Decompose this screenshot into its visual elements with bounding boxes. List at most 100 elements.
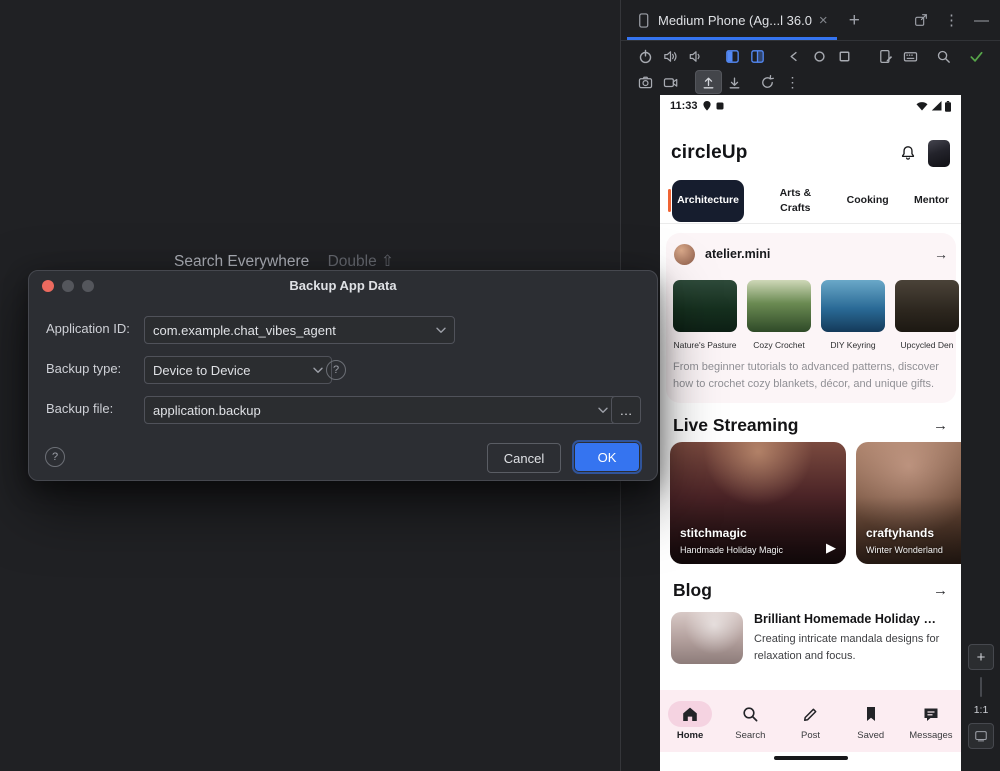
status-app-icon: [716, 102, 724, 110]
search-icon: [740, 704, 760, 724]
edit-device-icon: [877, 48, 894, 65]
running-devices-panel: Medium Phone (Ag...l 36.0 × + ⋮ —: [620, 0, 1000, 771]
reset-button[interactable]: [755, 71, 780, 93]
nav-item-search[interactable]: Search: [720, 701, 780, 741]
blog-excerpt: Creating intricate mandala designs for r…: [754, 631, 954, 664]
search-everywhere-hint[interactable]: Search Everywhere Double ⇧: [174, 252, 394, 271]
power-button[interactable]: [633, 45, 658, 67]
play-icon[interactable]: ▶: [826, 540, 836, 556]
nav-item-saved[interactable]: Saved: [841, 701, 901, 741]
dialog-help-icon[interactable]: ?: [45, 447, 65, 467]
status-pin-icon: [703, 101, 711, 111]
stream-username: stitchmagic: [680, 526, 747, 540]
gallery-item[interactable]: DIY Keyring: [821, 280, 885, 350]
zoom-slider[interactable]: [980, 677, 982, 697]
nav-label: Search: [735, 730, 765, 741]
toolbar-more-button[interactable]: ⋮: [780, 71, 805, 93]
blog-post[interactable]: Brilliant Homemade Holiday … Creating in…: [671, 612, 954, 664]
application-id-value: com.example.chat_vibes_agent: [153, 323, 336, 338]
backup-file-input[interactable]: application.backup: [144, 396, 617, 424]
record-screen-button[interactable]: [658, 71, 683, 93]
nav-label: Messages: [909, 730, 952, 741]
fit-to-window-icon: [974, 729, 988, 743]
magnifier-icon: [935, 48, 952, 65]
backup-app-data-button[interactable]: [695, 70, 722, 94]
category-tabs: Architecture Arts & Crafts Cooking Mento…: [660, 178, 961, 224]
nav-active-pill: [668, 701, 712, 727]
screenshot-button[interactable]: [633, 71, 658, 93]
tab-arts-crafts[interactable]: Arts & Crafts: [769, 186, 821, 214]
posture-half-button[interactable]: [720, 45, 745, 67]
inspect-button[interactable]: [931, 45, 956, 67]
bell-icon[interactable]: [899, 144, 917, 163]
revert-icon: [759, 74, 776, 91]
chat-icon: [921, 704, 941, 724]
gallery-label: Nature's Pasture: [673, 340, 736, 350]
gallery-thumbnail: [673, 280, 737, 332]
application-id-select[interactable]: com.example.chat_vibes_agent: [144, 316, 455, 344]
device-tab[interactable]: Medium Phone (Ag...l 36.0 ×: [627, 0, 837, 40]
close-tab-icon[interactable]: ×: [819, 13, 828, 28]
zoom-in-button[interactable]: +: [968, 644, 994, 670]
browse-file-button[interactable]: …: [611, 396, 641, 424]
volume-up-button[interactable]: [658, 45, 683, 67]
blog-heading: Blog: [673, 580, 712, 601]
nav-item-post[interactable]: Post: [780, 701, 840, 741]
dialog-title: Backup App Data: [29, 278, 657, 293]
open-in-window-icon[interactable]: [913, 12, 929, 28]
backup-type-help-icon[interactable]: ?: [326, 360, 346, 380]
gallery-item[interactable]: Upcycled Den: [895, 280, 959, 350]
hardware-input-button[interactable]: [898, 45, 923, 67]
check-icon: [968, 48, 985, 65]
overview-icon: [836, 48, 853, 65]
live-stream-card[interactable]: stitchmagic Handmade Holiday Magic ▶: [670, 442, 846, 564]
live-stream-list: stitchmagic Handmade Holiday Magic ▶ cra…: [660, 442, 961, 564]
minimize-icon[interactable]: —: [974, 13, 989, 28]
status-left: 11:33: [670, 100, 724, 112]
stream-title: Winter Wonderland: [866, 545, 943, 555]
posture-flat-button[interactable]: [745, 45, 770, 67]
add-device-tab-icon[interactable]: +: [849, 11, 860, 30]
tab-architecture[interactable]: Architecture: [672, 180, 744, 222]
edit-device-button[interactable]: [873, 45, 898, 67]
live-stream-card[interactable]: craftyhands Winter Wonderland: [856, 442, 961, 564]
kebab-menu-icon[interactable]: ⋮: [944, 13, 959, 28]
profile-arrow-icon[interactable]: →: [934, 246, 948, 262]
fit-to-window-button[interactable]: [968, 723, 994, 749]
gallery-item[interactable]: Cozy Crochet: [747, 280, 811, 350]
gallery-item[interactable]: Nature's Pasture: [673, 280, 737, 350]
device-toolbar-row2: ⋮: [621, 70, 1000, 94]
gallery-thumbnail: [821, 280, 885, 332]
home-button[interactable]: [807, 45, 832, 67]
user-avatar[interactable]: [928, 140, 950, 167]
confirm-button[interactable]: [964, 45, 989, 67]
restore-app-data-button[interactable]: [722, 71, 747, 93]
backup-type-value: Device to Device: [153, 363, 251, 378]
ok-button[interactable]: OK: [575, 443, 639, 471]
tab-mentor[interactable]: Mentor: [914, 193, 949, 207]
nav-item-messages[interactable]: Messages: [901, 701, 961, 741]
blog-arrow-icon[interactable]: →: [933, 582, 948, 599]
status-right: [916, 101, 951, 112]
tab-cooking[interactable]: Cooking: [847, 193, 889, 207]
zoom-ratio: 1:1: [974, 704, 989, 716]
volume-down-button[interactable]: [683, 45, 708, 67]
nav-item-home[interactable]: Home: [660, 701, 720, 741]
backup-type-select[interactable]: Device to Device: [144, 356, 332, 384]
back-button[interactable]: [782, 45, 807, 67]
gallery-label: Cozy Crochet: [753, 340, 805, 350]
gesture-bar[interactable]: [774, 756, 848, 760]
cancel-button[interactable]: Cancel: [487, 443, 561, 473]
device-posture-alt-icon: [749, 48, 766, 65]
backup-file-value: application.backup: [153, 403, 261, 418]
application-id-label: Application ID:: [46, 316, 130, 342]
power-icon: [637, 48, 654, 65]
live-streaming-arrow-icon[interactable]: →: [933, 417, 948, 434]
backup-type-label: Backup type:: [46, 356, 121, 382]
gallery-label: DIY Keyring: [830, 340, 875, 350]
profile-row[interactable]: atelier.mini →: [674, 241, 948, 267]
chevron-down-icon: [598, 407, 608, 414]
device-tab-title: Medium Phone (Ag...l 36.0: [658, 13, 812, 28]
overview-button[interactable]: [832, 45, 857, 67]
device-screen[interactable]: 11:33 circleUp Architec: [660, 95, 961, 771]
